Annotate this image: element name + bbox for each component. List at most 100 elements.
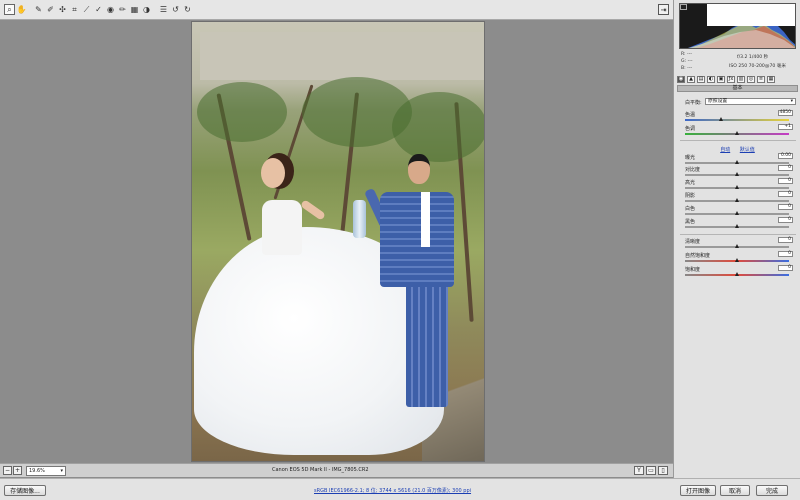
auto-link[interactable]: 自动 [720, 147, 730, 153]
whites-slider-thumb[interactable] [735, 211, 739, 215]
photo-groom-head [408, 154, 430, 184]
readout-b: B: --- [681, 66, 693, 71]
tab-camera-calibration[interactable]: ◎ [747, 76, 755, 83]
contrast-slider-thumb[interactable] [735, 172, 739, 176]
whites-row: 白色 0 [683, 204, 797, 216]
panel-title: 基本 [677, 85, 798, 92]
hand-tool-icon[interactable]: ✋ [16, 4, 27, 15]
vibrance-row: 自然饱和度 0 [683, 251, 797, 263]
contrast-value[interactable]: 0 [778, 165, 793, 171]
saturation-slider-thumb[interactable] [735, 272, 739, 276]
camera-raw-window: ⌕ ✋ ✎ ✐ ✣ ⌗ ⟋ ✓ ◉ ✏ ▦ ◑ ☰ ↺ ↻ ⇥ − + 19.6… [0, 0, 800, 500]
toggle-fullscreen-icon[interactable]: ⇥ [658, 4, 669, 15]
crop-tool-icon[interactable]: ⌗ [69, 4, 80, 15]
histogram [679, 3, 796, 49]
vibrance-label: 自然饱和度 [685, 253, 711, 259]
tab-tone-curve[interactable]: ▲ [687, 76, 695, 83]
zoom-tool-icon[interactable]: ⌕ [4, 4, 15, 15]
spot-removal-icon[interactable]: ✓ [93, 4, 104, 15]
workflow-options-link[interactable]: sRGB IEC61966-2.1; 8 位; 3744 x 5616 (21.… [314, 487, 471, 494]
divider [680, 234, 796, 235]
tab-lens[interactable]: ƒx [727, 76, 735, 83]
preferences-icon[interactable]: ☰ [158, 4, 169, 15]
shadows-slider-thumb[interactable] [735, 198, 739, 202]
whites-value[interactable]: 0 [778, 204, 793, 210]
panel-tabs: ◉ ▲ ▤ ◐ ▣ ƒx ▥ ◎ ≡ ▦ [677, 76, 798, 84]
blacks-slider-thumb[interactable] [735, 224, 739, 228]
radial-filter-icon[interactable]: ◑ [141, 4, 152, 15]
shadow-clip-warning-icon[interactable] [680, 4, 687, 10]
adjustment-brush-icon[interactable]: ✏ [117, 4, 128, 15]
toolbar: ⌕ ✋ ✎ ✐ ✣ ⌗ ⟋ ✓ ◉ ✏ ▦ ◑ ☰ ↺ ↻ ⇥ [0, 0, 673, 20]
swap-view-icon[interactable]: ▭ [646, 466, 656, 475]
white-balance-label: 白平衡: [685, 100, 702, 106]
single-view-icon[interactable]: ▯ [658, 466, 668, 475]
targeted-adjustment-icon[interactable]: ✣ [57, 4, 68, 15]
view-toggles: Y ▭ ▯ [634, 466, 668, 475]
saturation-row: 饱和度 0 [683, 265, 797, 277]
exposure-info: f/3.2 1/400 秒 [737, 55, 769, 60]
image-canvas[interactable] [0, 21, 673, 463]
vibrance-value[interactable]: 0 [778, 251, 793, 257]
cancel-button[interactable]: 取消 [720, 485, 750, 496]
clarity-row: 清晰度 0 [683, 237, 797, 249]
highlights-value[interactable]: 0 [778, 178, 793, 184]
clarity-slider-thumb[interactable] [735, 244, 739, 248]
white-balance-value: 原照设置 [708, 99, 728, 104]
photo-bride-arm [300, 199, 326, 221]
histogram-highlight-area [707, 4, 795, 26]
exposure-row: 曝光 0.00 [683, 153, 797, 165]
red-eye-icon[interactable]: ◉ [105, 4, 116, 15]
temperature-value[interactable]: 4850 [778, 110, 793, 116]
tab-snapshots[interactable]: ▦ [767, 76, 775, 83]
rotate-left-icon[interactable]: ↺ [170, 4, 181, 15]
tint-slider-thumb[interactable] [735, 131, 739, 135]
camera-readout: R: --- G: --- B: --- f/3.2 1/400 秒 ISO 2… [679, 52, 796, 74]
done-button[interactable]: 完成 [756, 485, 788, 496]
blacks-value[interactable]: 0 [778, 217, 793, 223]
tab-basic[interactable]: ◉ [677, 76, 685, 83]
exposure-value[interactable]: 0.00 [778, 153, 793, 159]
graduated-filter-icon[interactable]: ▦ [129, 4, 140, 15]
save-image-button[interactable]: 存储图像... [4, 485, 46, 496]
file-caption: Canon EOS 5D Mark II - IMG_7805.CR2 [272, 467, 369, 473]
before-after-toggle-icon[interactable]: Y [634, 466, 644, 475]
iso-lens-info: ISO 250 70-200@70 毫米 [729, 64, 786, 69]
tab-hsl[interactable]: ◐ [707, 76, 715, 83]
exposure-slider-thumb[interactable] [735, 160, 739, 164]
temperature-slider-thumb[interactable] [719, 117, 724, 121]
open-image-button[interactable]: 打开图像 [680, 485, 716, 496]
clarity-value[interactable]: 0 [778, 237, 793, 243]
status-bar: − + 19.6% ▾ Canon EOS 5D Mark II - IMG_7… [0, 463, 673, 477]
zoom-out-icon[interactable]: − [3, 466, 12, 475]
tint-row: 色调 +1 [683, 124, 797, 136]
highlights-slider-thumb[interactable] [735, 185, 739, 189]
tab-presets[interactable]: ≡ [757, 76, 765, 83]
temperature-slider[interactable] [685, 119, 789, 121]
white-balance-tool-icon[interactable]: ✎ [33, 4, 44, 15]
photo-preview [191, 21, 485, 462]
tab-detail[interactable]: ▤ [697, 76, 705, 83]
tab-split-toning[interactable]: ▣ [717, 76, 725, 83]
vibrance-slider-thumb[interactable] [735, 258, 739, 262]
whites-label: 白色 [685, 206, 696, 212]
zoom-in-icon[interactable]: + [13, 466, 22, 475]
shadows-label: 阴影 [685, 193, 696, 199]
saturation-value[interactable]: 0 [778, 265, 793, 271]
readout-r: R: --- [681, 52, 693, 57]
tab-effects[interactable]: ▥ [737, 76, 745, 83]
zoom-select[interactable]: 19.6% ▾ [26, 465, 66, 476]
temperature-row: 色温 4850 [683, 110, 797, 122]
shadows-row: 阴影 0 [683, 191, 797, 203]
highlights-row: 高光 0 [683, 178, 797, 190]
rotate-right-icon[interactable]: ↻ [182, 4, 193, 15]
default-link[interactable]: 默认值 [740, 147, 755, 153]
highlights-label: 高光 [685, 180, 696, 186]
straighten-tool-icon[interactable]: ⟋ [81, 4, 92, 15]
white-balance-select[interactable]: 原照设置 ▾ [705, 98, 796, 105]
temperature-label: 色温 [685, 112, 696, 118]
color-sampler-icon[interactable]: ✐ [45, 4, 56, 15]
tint-value[interactable]: +1 [778, 124, 793, 130]
shadows-value[interactable]: 0 [778, 191, 793, 197]
zoom-value: 19.6% [29, 467, 45, 474]
